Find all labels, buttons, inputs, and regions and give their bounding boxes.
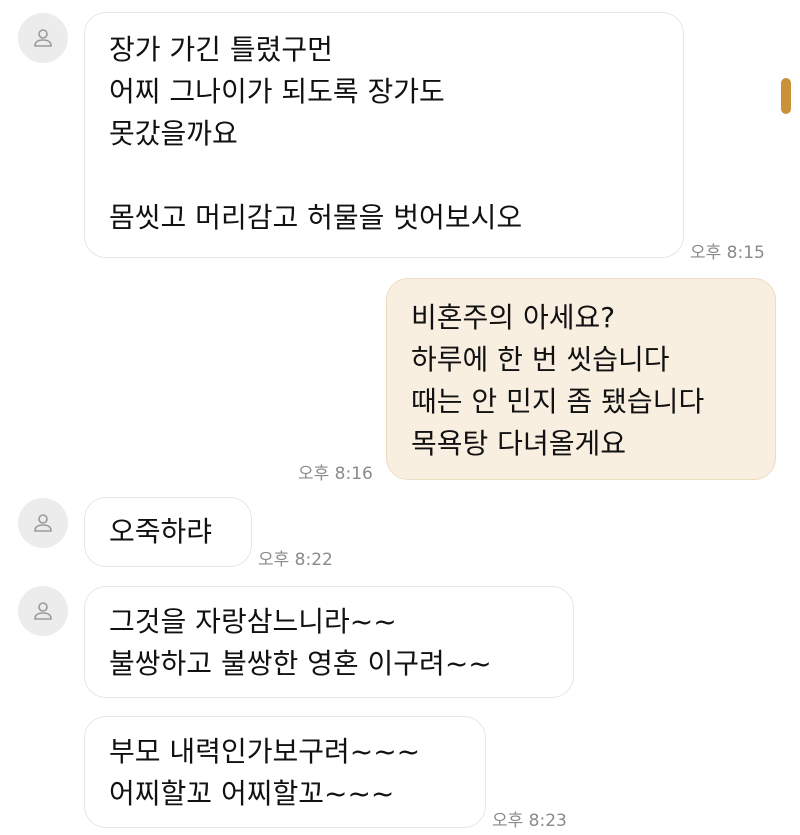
- sender-avatar[interactable]: [18, 586, 68, 636]
- message-text: 부모 내력인가보구려~~~: [109, 735, 421, 768]
- message-text: 비혼주의 아세요?: [411, 301, 616, 334]
- message-text: 목욕탕 다녀올게요: [411, 427, 626, 460]
- message-text: 때는 안 민지 좀 됐습니다: [411, 385, 705, 418]
- message-text: 어찌 그나이가 되도록 장가도: [109, 75, 445, 108]
- message-bubble-received[interactable]: 그것을 자랑삼느니라~~ 불쌍하고 불쌍한 영혼 이구려~~: [84, 586, 574, 698]
- message-timestamp: 오후 8:22: [258, 550, 333, 570]
- message-text: 어찌할꼬 어찌할꼬~~~: [109, 777, 395, 810]
- person-icon: [34, 602, 52, 620]
- person-icon: [34, 514, 52, 532]
- scroll-indicator[interactable]: [781, 78, 791, 114]
- message-timestamp: 오후 8:15: [690, 243, 765, 263]
- sender-avatar[interactable]: [18, 13, 68, 63]
- message-timestamp: 오후 8:16: [298, 464, 373, 484]
- message-text: 장가 가긴 틀렸구먼: [109, 33, 333, 66]
- message-text: 불쌍하고 불쌍한 영혼 이구려~~: [109, 647, 492, 680]
- message-text: 몸씻고 머리감고 허물을 벗어보시오: [109, 201, 523, 234]
- message-text: 못갔을까요: [109, 117, 238, 150]
- sender-avatar[interactable]: [18, 498, 68, 548]
- message-text: 그것을 자랑삼느니라~~: [109, 605, 397, 638]
- message-bubble-received[interactable]: 부모 내력인가보구려~~~ 어찌할꼬 어찌할꼬~~~: [84, 716, 486, 828]
- message-bubble-sent[interactable]: 비혼주의 아세요? 하루에 한 번 씻습니다 때는 안 민지 좀 됐습니다 목욕…: [386, 278, 776, 480]
- message-text: 오죽하랴: [109, 515, 213, 548]
- person-icon: [34, 29, 52, 47]
- message-bubble-received[interactable]: 오죽하랴: [84, 497, 252, 567]
- message-timestamp: 오후 8:23: [492, 811, 567, 831]
- message-text: 하루에 한 번 씻습니다: [411, 343, 670, 376]
- message-bubble-received[interactable]: 장가 가긴 틀렸구먼 어찌 그나이가 되도록 장가도 못갔을까요 몸씻고 머리감…: [84, 12, 684, 258]
